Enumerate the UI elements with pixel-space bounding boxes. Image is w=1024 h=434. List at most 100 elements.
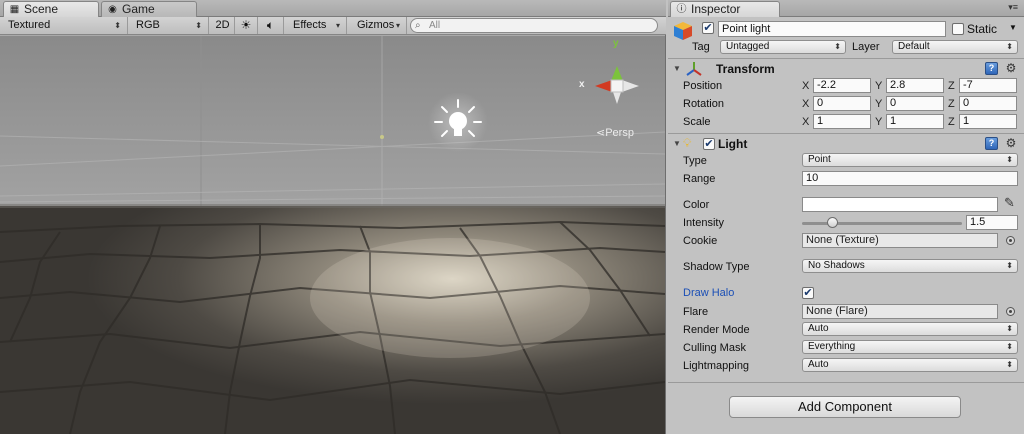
type-label: Type — [683, 155, 707, 167]
transform-header[interactable]: ▼ Transform ? ⚙ — [668, 60, 1024, 78]
bulb-icon: 💡︎ — [683, 136, 692, 150]
foldout-arrow-icon[interactable]: ▼ — [673, 139, 681, 148]
axis-z-label: Z — [948, 80, 955, 92]
render-mode-dropdown[interactable]: Textured ⬍ — [0, 17, 128, 34]
cookie-object-field[interactable]: None (Texture) — [802, 233, 998, 248]
axis-z-label: Z — [948, 98, 955, 110]
light-type-value: Point — [808, 154, 831, 165]
object-name-input[interactable]: Point light — [718, 21, 946, 37]
flare-object-field[interactable]: None (Flare) — [802, 304, 998, 319]
inspector-tabbar: ⓘ Inspector ▾≡ — [668, 0, 1024, 17]
world-origin-dot — [380, 135, 384, 139]
draw-halo-checkbox[interactable]: ✔ — [802, 287, 814, 299]
axis-x-label: X — [802, 80, 810, 92]
color-label: Color — [683, 199, 710, 211]
axis-z-label: Z — [948, 116, 955, 128]
rotation-y-input[interactable]: 0 — [886, 96, 944, 111]
divider — [668, 133, 1024, 134]
light-pool — [310, 238, 590, 358]
render-mode-dropdown[interactable]: Auto ⬍ — [802, 322, 1018, 336]
gear-icon[interactable]: ⚙ — [1004, 62, 1018, 75]
rotation-label: Rotation — [683, 98, 724, 110]
light-header[interactable]: ▼ 💡︎ ✔ Light ? ⚙ — [668, 135, 1024, 153]
object-active-checkbox[interactable]: ✔ — [702, 22, 714, 34]
add-component-button[interactable]: Add Component — [729, 396, 961, 418]
chevron-down-icon: ▾ — [395, 21, 400, 30]
tag-dropdown[interactable]: Untagged ⬍ — [720, 40, 846, 54]
light-enabled-checkbox[interactable]: ✔ — [703, 138, 715, 150]
axis-y-label: Y — [875, 98, 883, 110]
shadow-type-dropdown[interactable]: No Shadows ⬍ — [802, 259, 1018, 273]
position-y-input[interactable]: 2.8 — [886, 78, 944, 93]
chevron-down-icon: ▾ — [335, 21, 340, 30]
draw-halo-label: Draw Halo — [683, 287, 735, 299]
intensity-slider-thumb[interactable] — [827, 217, 839, 228]
tab-game-label: Game — [122, 2, 155, 16]
shadow-type-value: No Shadows — [808, 260, 865, 271]
sun-icon[interactable]: ☀ — [235, 17, 258, 34]
scene-icon: ▦ — [9, 4, 20, 15]
gizmo-x-label: x — [579, 79, 585, 90]
eyedropper-icon[interactable]: ✎ — [1004, 195, 1015, 211]
position-z-input[interactable]: -7 — [959, 78, 1017, 93]
tag-label: Tag — [692, 41, 710, 53]
rotation-x-input[interactable]: 0 — [813, 96, 871, 111]
effects-dropdown[interactable]: Effects ▾ — [285, 17, 347, 34]
intensity-slider-track[interactable] — [802, 222, 962, 225]
speaker-icon[interactable]: 🔈︎ — [258, 17, 284, 34]
scale-label: Scale — [683, 116, 711, 128]
tab-inspector[interactable]: ⓘ Inspector — [670, 1, 780, 17]
scene-search-input[interactable]: ⌕ All — [410, 18, 658, 33]
static-checkbox[interactable] — [952, 23, 964, 35]
position-x-input[interactable]: -2.2 — [813, 78, 871, 93]
object-picker-icon[interactable] — [1006, 307, 1015, 316]
chevron-updown-icon: ⬍ — [1006, 324, 1013, 333]
tab-scene[interactable]: ▦ Scene — [3, 1, 99, 17]
scene-viewport[interactable]: y x ⋖Persp — [0, 36, 665, 434]
tab-inspector-label: Inspector — [691, 2, 741, 16]
tab-game[interactable]: ◉ Game — [101, 1, 197, 17]
panel-menu-icon[interactable]: ▾≡ — [1008, 2, 1018, 13]
cookie-label: Cookie — [683, 235, 718, 247]
help-book-icon[interactable]: ? — [985, 62, 998, 75]
shadow-type-label: Shadow Type — [683, 261, 750, 273]
chevron-down-icon[interactable]: ▼ — [1009, 23, 1017, 32]
scale-z-input[interactable]: 1 — [959, 114, 1017, 129]
light-type-dropdown[interactable]: Point ⬍ — [802, 153, 1018, 167]
rotation-z-input[interactable]: 0 — [959, 96, 1017, 111]
lightmapping-dropdown[interactable]: Auto ⬍ — [802, 358, 1018, 372]
object-picker-icon[interactable] — [1006, 236, 1015, 245]
help-book-icon[interactable]: ? — [985, 137, 998, 150]
culling-mask-value: Everything — [808, 341, 856, 352]
transform-title: Transform — [716, 62, 775, 76]
axis-y-label: Y — [875, 80, 883, 92]
chevron-updown-icon: ⬍ — [1006, 360, 1013, 369]
flare-label: Flare — [683, 306, 709, 318]
projection-label[interactable]: ⋖Persp — [596, 126, 634, 139]
gizmos-dropdown[interactable]: Gizmos ▾ — [349, 17, 407, 34]
intensity-label: Intensity — [683, 217, 724, 229]
range-input[interactable]: 10 — [802, 171, 1018, 186]
layer-value: Default — [898, 41, 930, 52]
projection-text: Persp — [605, 127, 634, 139]
render-mode-value: Auto — [808, 323, 829, 334]
gizmo-center-cube[interactable] — [610, 79, 624, 93]
divider — [668, 58, 1024, 59]
culling-mask-dropdown[interactable]: Everything ⬍ — [802, 340, 1018, 354]
light-color-field[interactable] — [802, 197, 998, 212]
wall-edge — [200, 36, 202, 206]
scale-x-input[interactable]: 1 — [813, 114, 871, 129]
info-icon: ⓘ — [676, 4, 687, 15]
search-icon: ⌕ — [415, 20, 421, 31]
color-mode-dropdown[interactable]: RGB ⬍ — [128, 17, 209, 34]
lightmapping-value: Auto — [808, 359, 829, 370]
light-title: Light — [718, 137, 748, 151]
toggle-2d-button[interactable]: 2D — [211, 17, 235, 34]
gear-icon[interactable]: ⚙ — [1004, 137, 1018, 150]
scale-y-input[interactable]: 1 — [886, 114, 944, 129]
intensity-input[interactable]: 1.5 — [966, 215, 1018, 230]
chevron-updown-icon: ⬍ — [1006, 155, 1013, 164]
layer-dropdown[interactable]: Default ⬍ — [892, 40, 1018, 54]
point-light-icon[interactable] — [428, 92, 488, 152]
foldout-arrow-icon[interactable]: ▼ — [673, 64, 681, 73]
